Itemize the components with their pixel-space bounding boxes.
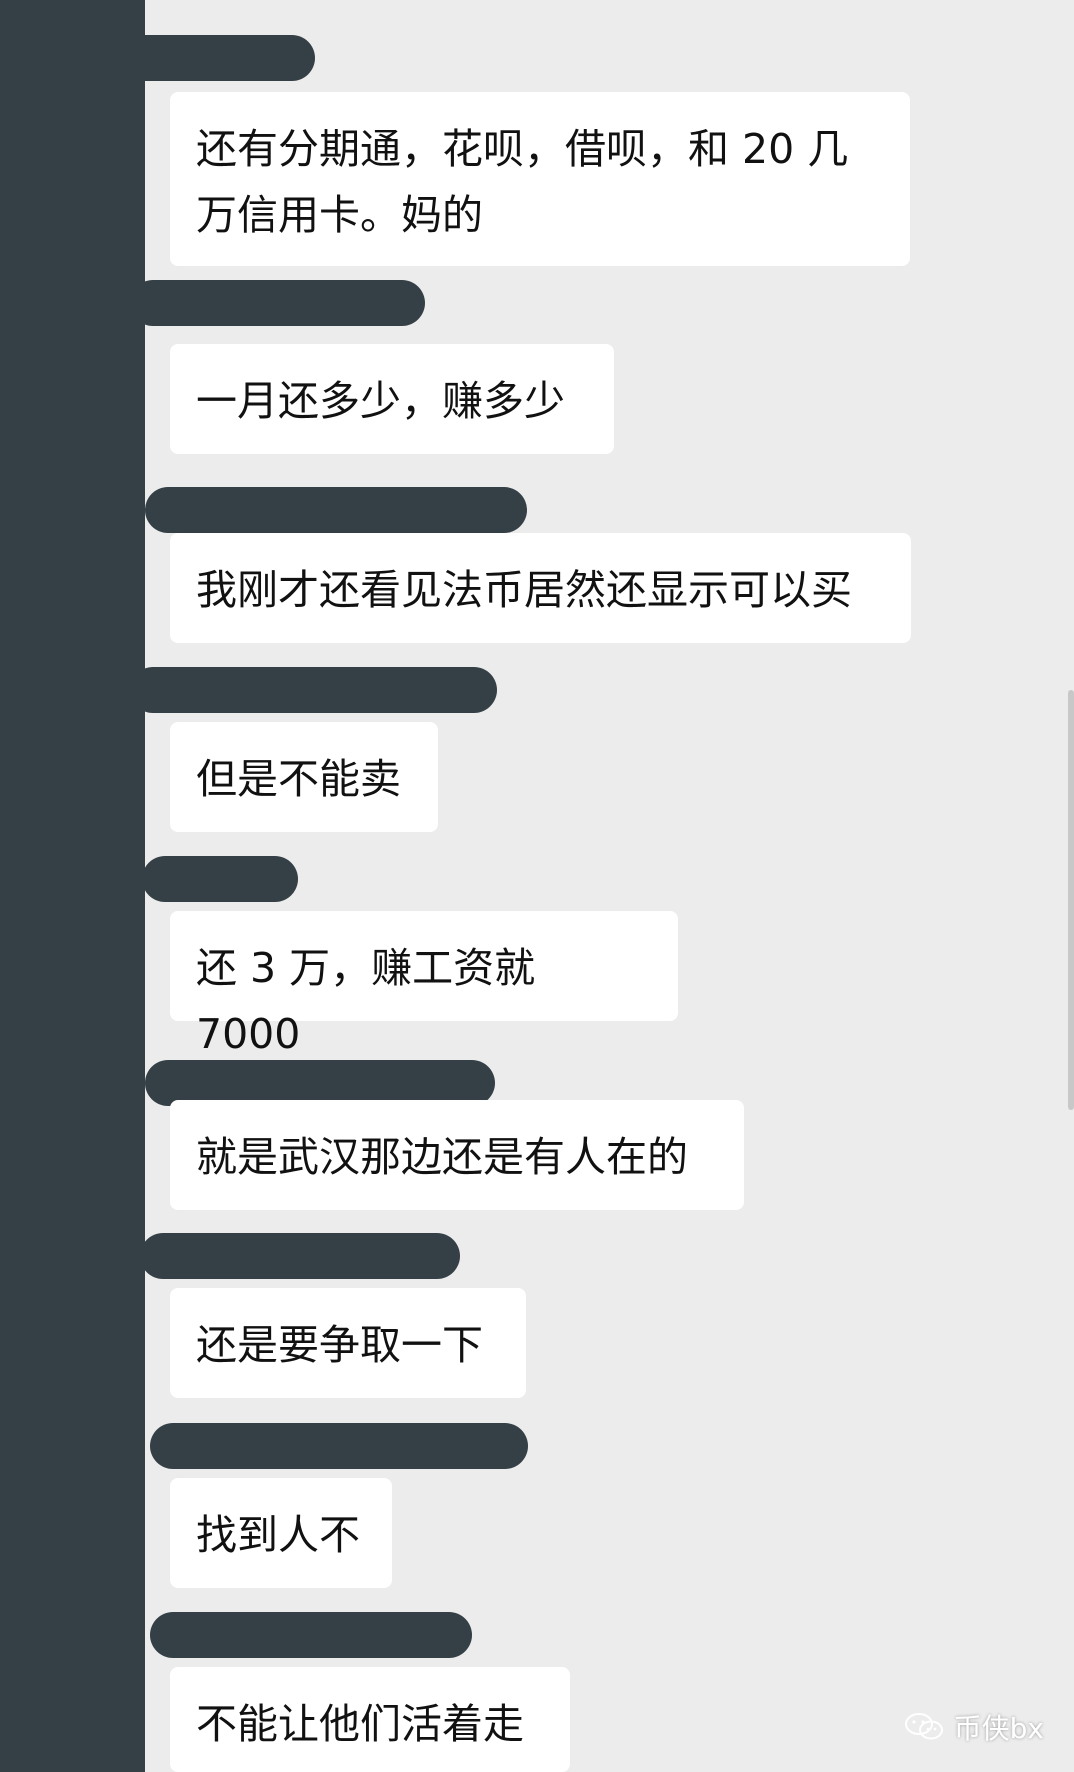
redacted-avatars: [0, 0, 145, 1772]
redacted-sender-name: [150, 1612, 472, 1658]
message-bubble: 就是武汉那边还是有人在的: [170, 1100, 744, 1210]
message-bubble: 但是不能卖: [170, 722, 438, 832]
message-bubble: 一月还多少，赚多少: [170, 344, 614, 454]
redacted-sender-name: [130, 280, 425, 326]
message-bubble: 还 3 万，赚工资就 7000: [170, 911, 678, 1058]
redacted-sender-name: [142, 856, 298, 902]
redacted-sender-name: [130, 667, 497, 713]
message-bubble: 不能让他们活着走: [170, 1667, 570, 1772]
watermark-text: 币侠bx: [953, 1712, 1044, 1745]
redacted-sender-name: [145, 487, 527, 533]
redacted-sender-name: [140, 1233, 460, 1279]
redacted-sender-name: [150, 1423, 528, 1469]
chat-conversation: 还有分期通，花呗，借呗，和 20 几 万信用卡。妈的 一月还多少，赚多少 我刚才…: [0, 0, 1074, 1772]
watermark: 币侠bx: [904, 1707, 1044, 1747]
wechat-official-account-icon: [904, 1712, 944, 1742]
scrollbar-thumb[interactable]: [1068, 690, 1074, 1110]
redacted-sender-name: [110, 35, 315, 81]
message-bubble: 我刚才还看见法币居然还显示可以买: [170, 533, 911, 643]
message-bubble: 还是要争取一下: [170, 1288, 526, 1398]
message-bubble: 找到人不: [170, 1478, 392, 1588]
message-bubble: 还有分期通，花呗，借呗，和 20 几 万信用卡。妈的: [170, 92, 910, 266]
